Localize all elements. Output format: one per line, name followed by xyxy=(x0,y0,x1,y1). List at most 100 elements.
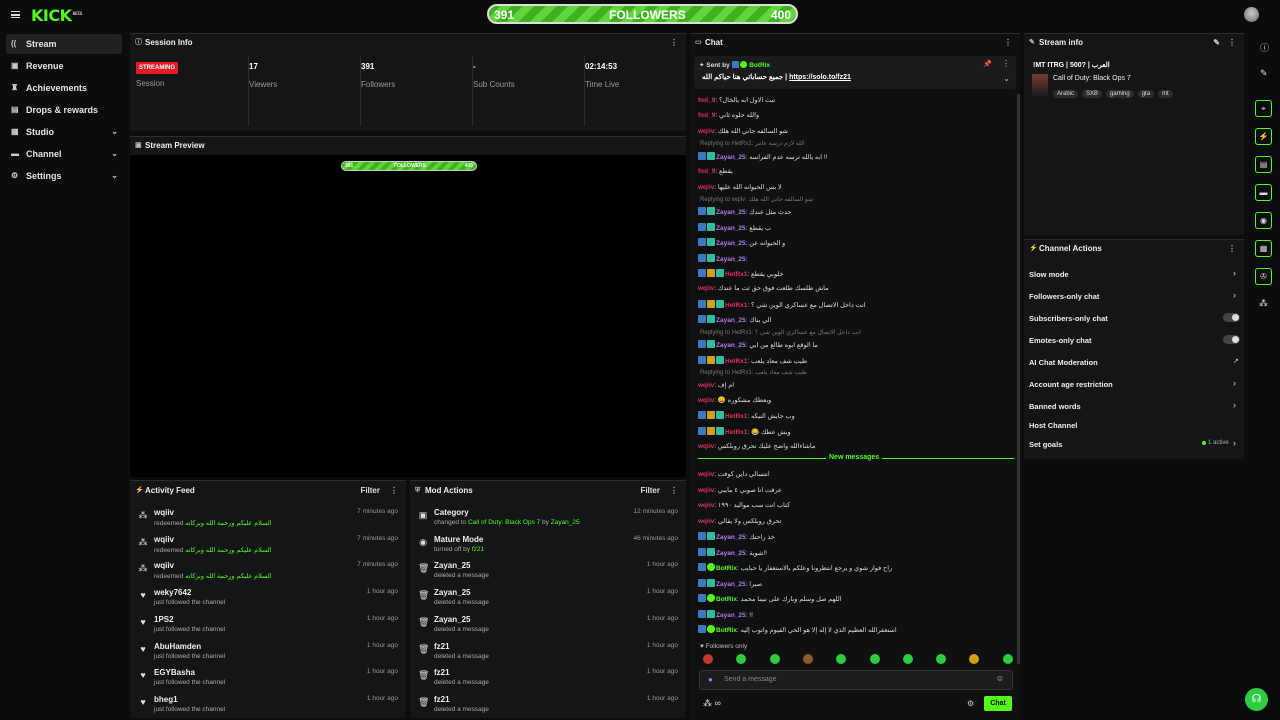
emote-picker-icon[interactable]: ● xyxy=(708,675,713,684)
chat-message[interactable]: wqiiv: شو السالفه جاني الله هلك xyxy=(698,127,788,135)
chat-message[interactable]: wqiiv: لا بس الحيوانه الله عليها xyxy=(698,183,782,191)
chevron-down-icon[interactable]: ⌄ xyxy=(111,144,118,164)
chat-message[interactable]: BotRix: استغفرالله العظيم الذي لا إله إل… xyxy=(698,625,897,634)
chat-username[interactable]: wqiiv xyxy=(698,518,714,525)
chat-bubble-icon[interactable]: ▬ xyxy=(1255,184,1272,201)
more-icon[interactable]: ⋮ xyxy=(1004,34,1012,52)
item-name[interactable]: AbuHamden xyxy=(154,642,201,651)
list-item[interactable]: ♥ EGYBasha just followed the channel 1 hour… xyxy=(136,665,400,692)
external-link-icon[interactable]: ↗ xyxy=(1233,357,1239,365)
stream-tag[interactable]: Arabic xyxy=(1053,90,1079,98)
chat-username[interactable]: fod_9 xyxy=(698,168,715,175)
item-name[interactable]: 1PS2 xyxy=(154,615,174,624)
chat-message[interactable]: wqiiv: عرفت انا صوبي ٤ مايبي xyxy=(698,486,782,494)
chat-username[interactable]: Zayan_25 xyxy=(716,534,746,541)
wrench-icon[interactable]: ✇ xyxy=(1255,268,1272,285)
chat-username[interactable]: wqiiv xyxy=(698,184,714,191)
list-item[interactable]: 🗑 fz21 deleted a message 1 hour ago xyxy=(416,692,680,719)
chat-username[interactable]: HetRx1 xyxy=(725,302,747,309)
chat-message[interactable]: Zayan_25: xyxy=(698,253,747,263)
channel-action-ai-chat-moderation[interactable]: AI Chat Moderation xyxy=(1029,358,1098,367)
more-icon[interactable]: ⋮ xyxy=(1228,240,1236,258)
chat-message[interactable]: Zayan_25: الي بناك xyxy=(698,315,771,324)
chat-scrollbar[interactable] xyxy=(1017,94,1020,664)
pencil-icon[interactable]: ✎ xyxy=(1260,68,1268,79)
chat-message[interactable]: HetRx1: انت داخل الاتصال مع عساكري الوين… xyxy=(698,299,866,309)
smiley-icon[interactable]: ☺ xyxy=(996,674,1004,683)
kick-logo[interactable]: KICKBETA xyxy=(31,6,82,25)
emote-icon[interactable] xyxy=(936,654,947,664)
item-name[interactable]: fz21 xyxy=(434,642,450,651)
channel-action-set-goals[interactable]: Set goals xyxy=(1029,440,1062,449)
more-icon[interactable]: ⋮ xyxy=(390,481,398,501)
more-icon[interactable]: ⋮ xyxy=(670,481,678,501)
crosshair-icon[interactable]: ⌖ xyxy=(1255,100,1272,117)
chat-message[interactable]: Zayan_25: و الحيوانه عن xyxy=(698,238,785,247)
channel-action-emotes-only-chat[interactable]: Emotes-only chat xyxy=(1029,336,1092,345)
send-chat-button[interactable]: Chat xyxy=(984,696,1012,711)
item-name[interactable]: Zayan_25 xyxy=(434,561,470,570)
list-item[interactable]: ⁂ wqiiv redeemed السلام عليكم ورحمة الله و… xyxy=(136,558,400,585)
list-item[interactable]: ◉ Mature Mode turned off by fz21 46 minutes… xyxy=(416,532,680,559)
chat-message[interactable]: HetRx1: خلوبي يقطع xyxy=(698,269,783,278)
list-item[interactable]: ⁂ wqiiv redeemed السلام عليكم ورحمة الله و… xyxy=(136,532,400,559)
chat-username[interactable]: wqiiv xyxy=(698,128,714,135)
sidebar-item-studio[interactable]: ▦ Studio ⌄ xyxy=(6,122,122,142)
chat-message[interactable]: fod_9: يقطع xyxy=(698,167,733,175)
chat-username[interactable]: fod_9 xyxy=(698,112,715,119)
chat-message[interactable]: wqiiv: انتسالي داين كوفت xyxy=(698,470,770,478)
item-name[interactable]: weky7642 xyxy=(154,588,191,597)
chevron-right-icon[interactable]: › xyxy=(1233,438,1236,448)
chat-username[interactable]: BotRix xyxy=(716,627,737,634)
sidebar-item-channel[interactable]: ▬ Channel ⌄ xyxy=(6,144,122,164)
chat-username[interactable]: wqiiv xyxy=(698,502,714,509)
emote-icon[interactable] xyxy=(703,654,713,664)
list-item[interactable]: 🗑 Zayan_25 deleted a message 1 hour ago xyxy=(416,612,680,639)
list-item[interactable]: 🗑 Zayan_25 deleted a message 1 hour ago xyxy=(416,585,680,612)
item-name[interactable]: wqiiv xyxy=(154,561,174,570)
chat-username[interactable]: Zayan_25 xyxy=(716,240,746,247)
list-item[interactable]: ♥ bheg1 just followed the channel 1 hour ag… xyxy=(136,692,400,719)
item-name[interactable]: fz21 xyxy=(434,695,450,704)
chat-username[interactable]: Zayan_25 xyxy=(716,225,746,232)
sidebar-item-stream[interactable]: ((Stream xyxy=(6,34,122,54)
emote-icon[interactable] xyxy=(802,654,813,664)
list-item[interactable]: 🗑 fz21 deleted a message 1 hour ago xyxy=(416,639,680,666)
chat-message[interactable]: wqiiv: ماشاءالله واضح عليك تحرق روبلكس xyxy=(698,442,815,450)
stream-tag[interactable]: SXB xyxy=(1082,90,1103,98)
layout-icon[interactable]: ▦ xyxy=(1255,240,1272,257)
chat-message[interactable]: wqiiv: ام إف xyxy=(698,381,734,389)
chat-message[interactable]: Zayan_25: خذ راحتك xyxy=(698,532,775,541)
sidebar-item-settings[interactable]: ⚙ Settings ⌄ xyxy=(6,166,122,186)
chat-message[interactable]: Zayan_25: !! xyxy=(698,609,753,619)
document-icon[interactable]: ▤ xyxy=(1255,156,1272,173)
item-name[interactable]: Zayan_25 xyxy=(434,615,470,624)
pinned-link[interactable]: https://solo.to/fz21 xyxy=(789,74,851,81)
channel-action-account-age-restriction[interactable]: Account age restriction xyxy=(1029,380,1113,389)
info-icon[interactable]: ⓘ xyxy=(1260,41,1269,54)
chat-username[interactable]: fod_9 xyxy=(698,97,715,104)
more-icon[interactable]: ⋮ xyxy=(1228,34,1236,52)
channel-action-slow-mode[interactable]: Slow mode xyxy=(1029,270,1069,279)
chevron-down-icon[interactable]: ⌄ xyxy=(1003,74,1010,83)
sidebar-item-revenue[interactable]: ▣ Revenue xyxy=(6,56,122,76)
toggle-switch[interactable] xyxy=(1223,335,1240,344)
chat-username[interactable]: HetRx1 xyxy=(725,271,747,278)
list-item[interactable]: ♥ AbuHamden just followed the channel 1 hou… xyxy=(136,639,400,666)
chevron-right-icon[interactable]: › xyxy=(1233,290,1236,300)
chat-message[interactable]: HetRx1: طيب شف معاد يلعب xyxy=(698,355,807,365)
list-item[interactable]: ▣ Category changed to Call of Duty: Black … xyxy=(416,505,680,532)
item-name[interactable]: Zayan_25 xyxy=(434,588,470,597)
chat-input[interactable]: ● Send a message ☺ xyxy=(699,670,1013,690)
item-name[interactable]: bheg1 xyxy=(154,695,178,704)
stream-tag[interactable]: mt xyxy=(1158,90,1173,98)
chat-username[interactable]: BotRix xyxy=(716,565,737,572)
chevron-down-icon[interactable]: ⌄ xyxy=(111,122,118,142)
item-name[interactable]: Mature Mode xyxy=(434,535,483,544)
chat-username[interactable]: wqiiv xyxy=(698,285,714,292)
chat-username[interactable]: HetRx1 xyxy=(725,413,747,420)
channel-action-subscribers-only-chat[interactable]: Subscribers-only chat xyxy=(1029,314,1108,323)
item-name[interactable]: Category xyxy=(434,508,469,517)
chat-message[interactable]: HetRx1: وب جايش النيكه xyxy=(698,411,795,420)
chat-username[interactable]: Zayan_25 xyxy=(716,342,746,349)
